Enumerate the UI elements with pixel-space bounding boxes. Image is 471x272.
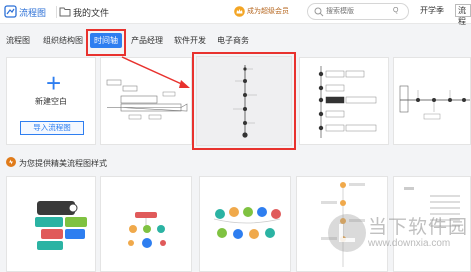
import-flowchart-button[interactable]: 导入流程图 xyxy=(20,121,84,135)
folder-icon xyxy=(59,7,71,17)
watermark-logo-mark xyxy=(339,224,355,242)
tab-org-chart[interactable]: 组织结构图 xyxy=(43,35,83,46)
template-thumbnail[interactable] xyxy=(299,57,389,145)
search-box[interactable]: Q xyxy=(307,3,409,20)
plus-icon: + xyxy=(46,68,62,98)
breadcrumb-my-files[interactable]: 我的文件 xyxy=(73,6,109,19)
flowchart-template-page: 流程图 我的文件 成为超级会员 Q 开学季 流程 流程图 组织结构图 时间轴 xyxy=(0,0,471,272)
tab-ecommerce[interactable]: 电子商务 xyxy=(217,35,249,46)
section-title: 为您提供精美流程图样式 xyxy=(19,159,107,168)
search-icon xyxy=(314,7,324,17)
new-blank-label: 新建空白 xyxy=(35,97,67,106)
tab-flowchart[interactable]: 流程图 xyxy=(6,35,30,46)
template-highlight-box xyxy=(192,52,296,150)
category-tabs: 流程图 组织结构图 时间轴 产品经理 软件开发 电子商务 xyxy=(0,30,471,50)
boxed-timeline-preview xyxy=(318,66,377,138)
horizontal-timeline-preview xyxy=(106,79,188,120)
mindmap-preview xyxy=(128,212,166,248)
template-thumbnail[interactable] xyxy=(393,57,471,145)
template-style-icon xyxy=(6,157,16,167)
search-input[interactable] xyxy=(326,5,384,18)
tab-product-manager[interactable]: 产品经理 xyxy=(131,35,163,46)
season-tag-button[interactable]: 开学季 xyxy=(420,5,444,16)
top-bar: 流程图 我的文件 成为超级会员 Q 开学季 流程 xyxy=(0,0,471,26)
new-blank-card[interactable]: + 新建空白 导入流程图 xyxy=(6,57,96,145)
tab-highlight-box xyxy=(86,29,126,56)
template-thumbnail[interactable] xyxy=(199,176,291,272)
template-thumbnail[interactable] xyxy=(6,176,96,272)
flow-tag-button[interactable]: 流程 xyxy=(455,4,471,26)
watermark-url: www.downxia.com xyxy=(368,238,451,249)
horizontal-steps-preview xyxy=(399,85,470,120)
colorful-flow-preview xyxy=(35,201,87,250)
vip-badge[interactable]: 成为超级会员 xyxy=(232,5,293,18)
process-cycle-preview xyxy=(213,207,281,239)
app-title[interactable]: 流程图 xyxy=(19,6,46,19)
flowchart-logo-icon xyxy=(4,5,17,18)
tab-software-dev[interactable]: 软件开发 xyxy=(174,35,206,46)
vip-label: 成为超级会员 xyxy=(247,8,289,15)
search-button[interactable]: Q xyxy=(393,7,398,14)
crown-icon xyxy=(234,6,245,17)
divider xyxy=(56,6,57,18)
watermark-text: 当下软件园 xyxy=(368,217,469,238)
template-thumbnail[interactable] xyxy=(100,57,192,145)
template-thumbnail[interactable] xyxy=(100,176,192,272)
